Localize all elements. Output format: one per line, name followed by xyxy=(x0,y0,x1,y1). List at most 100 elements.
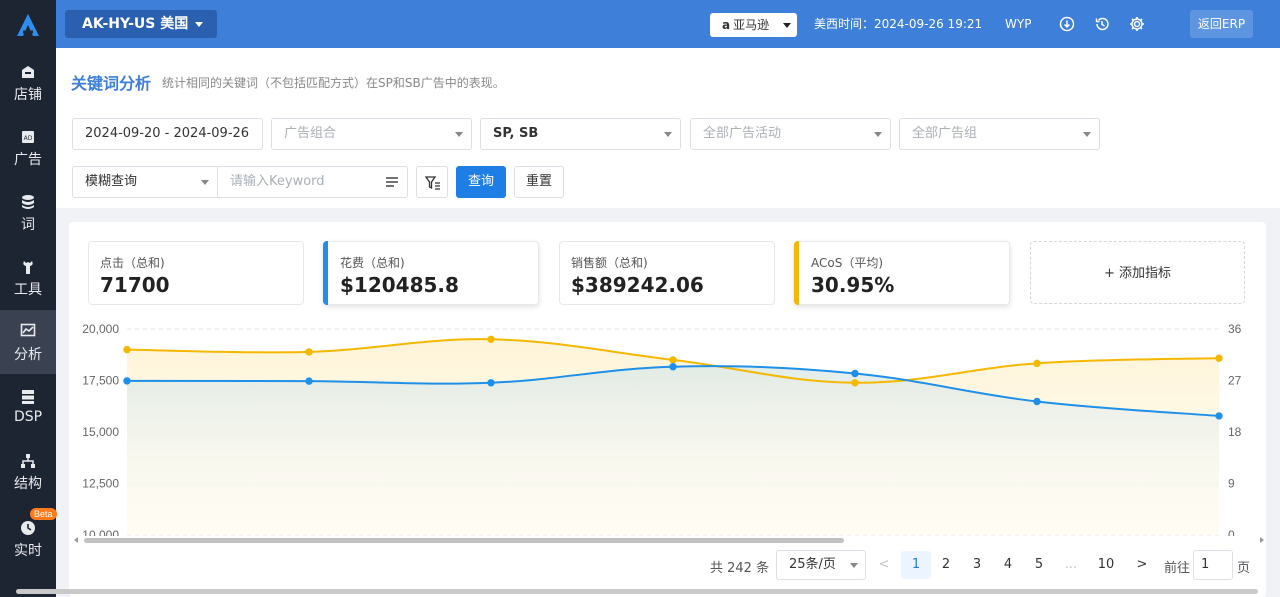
match-mode-value: 模糊查询 xyxy=(85,174,138,189)
ad-group-select[interactable]: 全部广告组 xyxy=(899,118,1100,150)
sidebar-item-tools[interactable]: 工具 xyxy=(0,253,56,317)
metric-value: $389242.06 xyxy=(571,273,704,297)
y-left-tick-label: 12,500 xyxy=(82,477,119,491)
prev-page-button[interactable]: < xyxy=(869,551,899,579)
campaign-placeholder: 全部广告活动 xyxy=(703,126,782,141)
search-button[interactable]: 查询 xyxy=(456,166,506,198)
pagination-ellipsis[interactable]: ... xyxy=(1056,551,1086,579)
y-right-tick-label: 27 xyxy=(1228,374,1242,388)
database-icon xyxy=(22,195,34,209)
download-icon[interactable] xyxy=(1059,16,1075,32)
data-point[interactable] xyxy=(123,377,131,385)
filter-icon xyxy=(425,176,440,190)
filter-button[interactable] xyxy=(416,166,448,198)
page-title: 关键词分析 xyxy=(71,74,152,93)
page-size-select[interactable]: 25条/页 xyxy=(776,550,866,580)
metric-label: 点击（总和) xyxy=(100,256,165,270)
y-left-tick-label: 15,000 xyxy=(82,425,119,439)
page-button-5[interactable]: 5 xyxy=(1024,551,1054,579)
data-point[interactable] xyxy=(1215,354,1223,362)
reset-button[interactable]: 重置 xyxy=(514,166,564,198)
data-point[interactable] xyxy=(1033,359,1041,368)
metric-label: ACoS（平均) xyxy=(811,256,884,270)
metric-card-spend[interactable]: 花费（总和) $120485.8 xyxy=(323,241,539,305)
scroll-right-icon[interactable] xyxy=(1260,537,1264,543)
data-point[interactable] xyxy=(851,379,859,387)
sidebar-item-dsp[interactable]: DSP xyxy=(0,383,56,447)
data-point[interactable] xyxy=(123,345,131,354)
logo-icon[interactable] xyxy=(14,12,42,38)
page-button-3[interactable]: 3 xyxy=(962,551,992,579)
page-button-2[interactable]: 2 xyxy=(931,551,961,579)
sidebar-item-ad[interactable]: AD 广告 xyxy=(0,123,56,187)
metric-color-bar xyxy=(794,241,799,305)
ad-type-select[interactable]: SP, SB xyxy=(480,118,681,150)
scroll-left-icon[interactable] xyxy=(74,537,78,543)
structure-icon xyxy=(21,454,35,468)
next-page-button[interactable]: > xyxy=(1127,551,1157,579)
sidebar-item-keyword[interactable]: 词 xyxy=(0,188,56,252)
data-point[interactable] xyxy=(851,369,859,378)
goto-label: 前往 xyxy=(1164,561,1191,576)
metric-label: 销售额（总和) xyxy=(571,256,648,270)
chevron-down-icon xyxy=(201,180,209,185)
caret-down-icon xyxy=(783,23,791,28)
data-point[interactable] xyxy=(1033,397,1041,406)
date-range-value: 2024-09-20 - 2024-09-26 xyxy=(85,126,250,141)
user-name[interactable]: WYP xyxy=(1005,0,1031,48)
date-range-picker[interactable]: 2024-09-20 - 2024-09-26 xyxy=(72,118,263,150)
chevron-down-icon xyxy=(455,132,463,137)
sidebar-item-label: 店铺 xyxy=(14,87,42,103)
back-to-erp-button[interactable]: 返回ERP xyxy=(1190,10,1253,38)
store-selector[interactable]: AK-HY-US 美国 xyxy=(65,10,217,38)
add-metric-button[interactable]: + 添加指标 xyxy=(1030,241,1245,304)
sidebar-item-label: 广告 xyxy=(14,152,42,168)
page-button-1[interactable]: 1 xyxy=(901,551,931,579)
beta-badge: Beta xyxy=(30,508,57,520)
sidebar-item-structure[interactable]: 结构 xyxy=(0,447,56,511)
svg-text:AD: AD xyxy=(24,135,33,142)
page-unit-label: 页 xyxy=(1237,561,1251,576)
clock-icon xyxy=(21,521,35,535)
data-point[interactable] xyxy=(669,362,677,371)
store-name: AK-HY-US 美国 xyxy=(82,16,189,32)
match-mode-select[interactable]: 模糊查询 xyxy=(72,166,218,198)
sidebar-item-label: 分析 xyxy=(14,347,42,363)
metric-card-clicks[interactable]: 点击（总和) 71700 xyxy=(88,241,304,305)
gear-icon[interactable] xyxy=(1129,16,1145,32)
list-icon[interactable] xyxy=(386,177,398,187)
keyword-input[interactable]: 请输入Keyword xyxy=(217,166,408,198)
metric-card-acos[interactable]: ACoS（平均) 30.95% xyxy=(794,241,1010,305)
data-point[interactable] xyxy=(1215,412,1223,420)
goto-page-input[interactable]: 1 xyxy=(1193,550,1233,580)
history-icon[interactable] xyxy=(1094,16,1110,32)
y-right-tick-label: 18 xyxy=(1228,425,1242,439)
dsp-icon xyxy=(22,390,34,404)
metric-card-sales[interactable]: 销售额（总和) $389242.06 xyxy=(559,241,775,305)
data-point[interactable] xyxy=(305,377,313,385)
scrollbar-thumb[interactable] xyxy=(16,589,1258,594)
ad-portfolio-select[interactable]: 广告组合 xyxy=(271,118,472,150)
page-size-value: 25条/页 xyxy=(789,557,836,572)
sidebar-item-label: 实时 xyxy=(14,543,42,559)
data-point[interactable] xyxy=(487,335,495,343)
campaign-select[interactable]: 全部广告活动 xyxy=(690,118,891,150)
sidebar-item-analysis[interactable]: 分析 xyxy=(0,310,56,374)
line-chart: 20,000 36 17,500 27 15,000 18 12,500 9 10,000 0 xyxy=(82,322,1242,536)
ad-group-placeholder: 全部广告组 xyxy=(912,126,978,141)
y-right-tick-label: 0 xyxy=(1228,528,1235,536)
sidebar-item-store[interactable]: 店铺 xyxy=(0,58,56,122)
page-horizontal-scrollbar[interactable] xyxy=(10,589,1260,595)
chevron-down-icon xyxy=(664,132,672,137)
data-point[interactable] xyxy=(487,379,495,387)
marketplace-selector[interactable]: a 亚马逊 xyxy=(710,13,797,37)
chevron-down-icon xyxy=(1083,132,1091,137)
page-button-4[interactable]: 4 xyxy=(993,551,1023,579)
scrollbar-thumb[interactable] xyxy=(84,538,844,543)
chart-horizontal-scrollbar[interactable] xyxy=(74,536,1264,544)
data-point[interactable] xyxy=(669,356,677,364)
page-button-last[interactable]: 10 xyxy=(1091,551,1121,579)
data-point[interactable] xyxy=(305,348,313,356)
metric-value: $120485.8 xyxy=(340,273,459,297)
sidebar-item-realtime[interactable]: 实时 xyxy=(0,514,56,578)
